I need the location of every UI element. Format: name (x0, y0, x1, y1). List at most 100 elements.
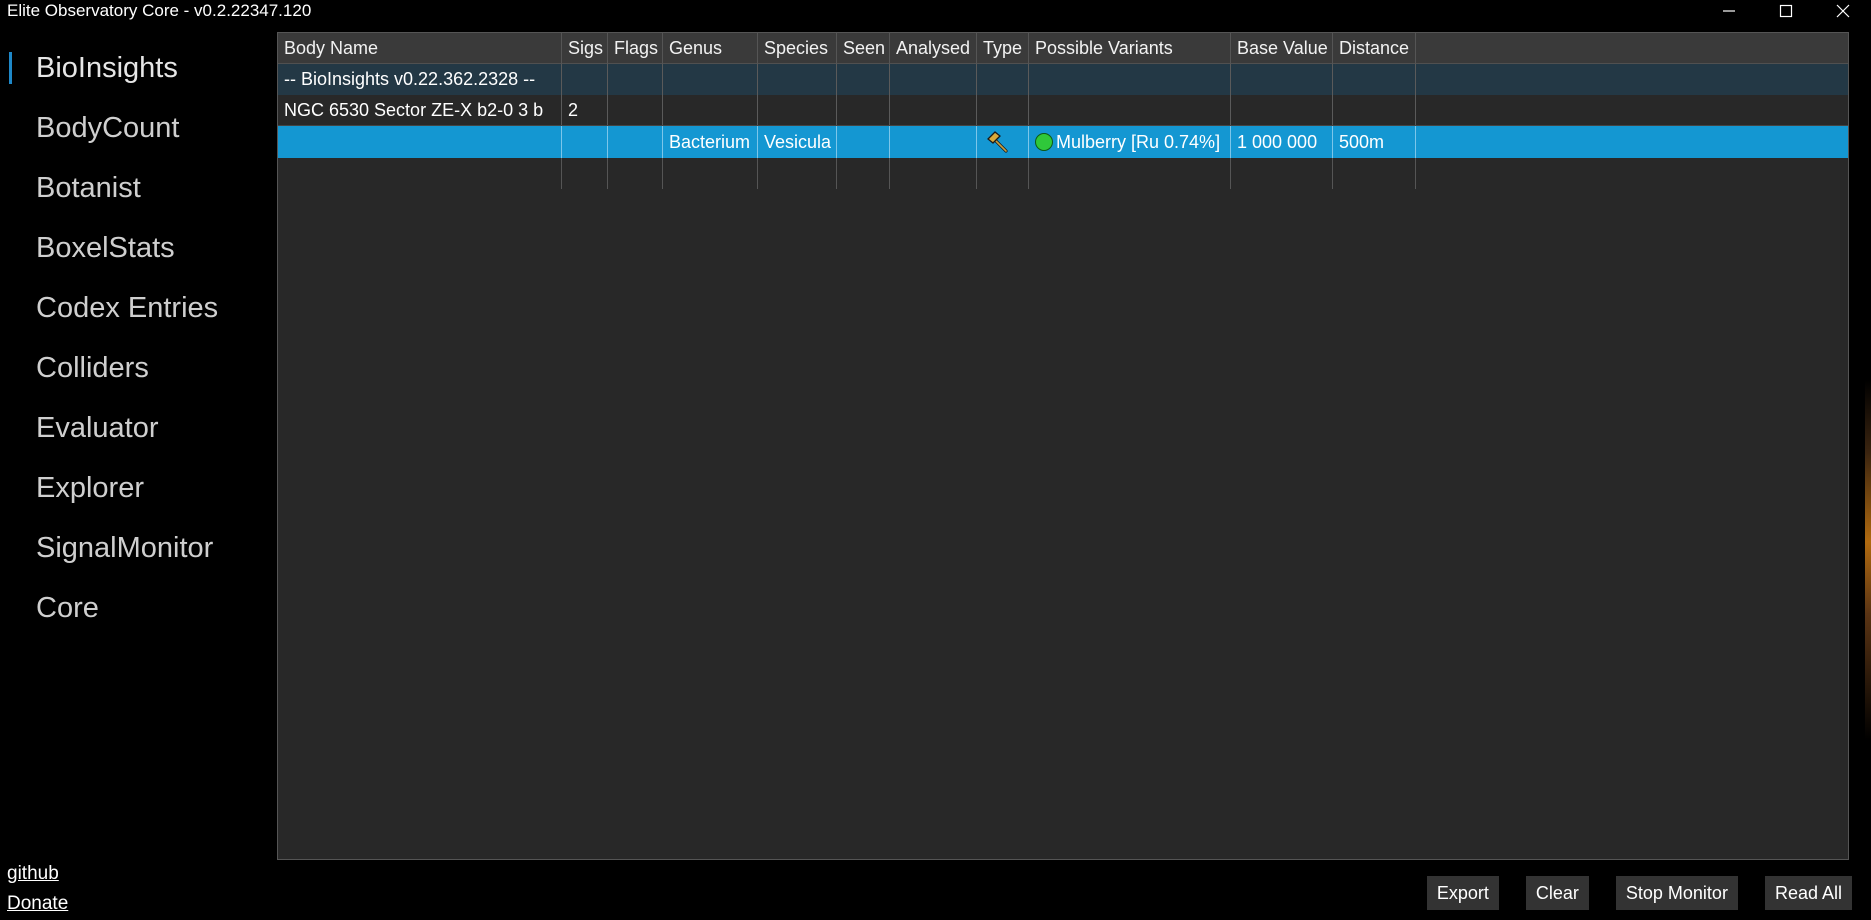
stop-monitor-button[interactable]: Stop Monitor (1615, 876, 1738, 910)
window-title: Elite Observatory Core - v0.2.22347.120 (7, 1, 312, 20)
cell-genus (663, 64, 758, 95)
sidebar-item-label: Codex Entries (36, 291, 219, 324)
maximize-button[interactable] (1757, 0, 1814, 22)
hammer-icon (987, 131, 1008, 153)
cell-variants (1029, 95, 1231, 125)
cell-sigs (562, 158, 608, 189)
cell-variants (1029, 158, 1231, 189)
cell-distance (1333, 95, 1416, 125)
cell-genus (663, 95, 758, 125)
sidebar-item-colliders[interactable]: Colliders (0, 338, 270, 398)
cell-body-name: -- BioInsights v0.22.362.2328 -- (278, 64, 562, 95)
sidebar-item-bioinsights[interactable]: BioInsights (0, 38, 270, 98)
cell-distance (1333, 158, 1416, 189)
cell-flags (608, 95, 663, 125)
plugin-sidebar: BioInsights BodyCount Botanist BoxelStat… (0, 38, 270, 638)
sidebar-item-explorer[interactable]: Explorer (0, 458, 270, 518)
sidebar-item-bodycount[interactable]: BodyCount (0, 98, 270, 158)
donate-link[interactable]: Donate (7, 890, 68, 920)
cell-flags (608, 126, 663, 158)
cell-body-name (278, 158, 562, 189)
footer-links: github Donate (7, 860, 68, 920)
cell-variants (1029, 64, 1231, 95)
clear-button[interactable]: Clear (1525, 876, 1589, 910)
cell-type (977, 95, 1029, 125)
column-header-distance[interactable]: Distance (1333, 33, 1416, 64)
minimize-icon (1722, 10, 1735, 12)
column-header-sigs[interactable]: Sigs (562, 33, 608, 64)
column-header-type[interactable]: Type (977, 33, 1029, 64)
cell-seen (837, 64, 890, 95)
table-row-selected[interactable]: Bacterium Vesicula Mulberry [Ru 0.74%] 1… (278, 126, 1848, 158)
column-header-genus[interactable]: Genus (663, 33, 758, 64)
cell-analysed (890, 158, 977, 189)
window-controls (1700, 0, 1871, 22)
cell-genus (663, 158, 758, 189)
column-header-flags[interactable]: Flags (608, 33, 663, 64)
sidebar-item-boxelstats[interactable]: BoxelStats (0, 218, 270, 278)
export-button[interactable]: Export (1426, 876, 1499, 910)
bioinsights-grid[interactable]: Body Name Sigs Flags Genus Species Seen … (277, 32, 1849, 860)
cell-distance: 500m (1333, 126, 1416, 158)
github-link[interactable]: github (7, 860, 68, 890)
column-header-seen[interactable]: Seen (837, 33, 890, 64)
cell-body-name: NGC 6530 Sector ZE-X b2-0 3 b (278, 95, 562, 125)
sidebar-item-label: BoxelStats (36, 231, 175, 264)
sidebar-item-botanist[interactable]: Botanist (0, 158, 270, 218)
minimize-button[interactable] (1700, 0, 1757, 22)
sidebar-item-label: Colliders (36, 351, 149, 384)
cell-sigs: 2 (562, 95, 608, 125)
grid-header: Body Name Sigs Flags Genus Species Seen … (278, 33, 1848, 64)
cell-species: Vesicula (758, 126, 837, 158)
cell-type (977, 64, 1029, 95)
column-header-analysed[interactable]: Analysed (890, 33, 977, 64)
cell-seen (837, 95, 890, 125)
table-row[interactable]: NGC 6530 Sector ZE-X b2-0 3 b 2 (278, 95, 1848, 126)
cell-type (977, 126, 1029, 158)
cell-analysed (890, 126, 977, 158)
cell-genus: Bacterium (663, 126, 758, 158)
cell-analysed (890, 95, 977, 125)
table-row[interactable]: -- BioInsights v0.22.362.2328 -- (278, 64, 1848, 95)
sidebar-item-codex-entries[interactable]: Codex Entries (0, 278, 270, 338)
column-header-body-name[interactable]: Body Name (278, 33, 562, 64)
sidebar-item-signalmonitor[interactable]: SignalMonitor (0, 518, 270, 578)
cell-type (977, 158, 1029, 189)
read-all-button[interactable]: Read All (1764, 876, 1852, 910)
cell-distance (1333, 64, 1416, 95)
cell-species (758, 158, 837, 189)
sidebar-item-label: Explorer (36, 471, 144, 504)
cell-base-value (1231, 64, 1333, 95)
background-window-edge (1865, 380, 1871, 740)
column-header-base-value[interactable]: Base Value (1231, 33, 1333, 64)
variant-label: Mulberry [Ru 0.74%] (1056, 131, 1221, 152)
cell-analysed (890, 64, 977, 95)
cell-species (758, 64, 837, 95)
cell-body-name (278, 126, 562, 158)
cell-flags (608, 158, 663, 189)
action-bar: Export Clear Stop Monitor Read All (1426, 876, 1852, 910)
sidebar-item-label: BodyCount (36, 111, 180, 144)
close-button[interactable] (1814, 0, 1871, 22)
close-icon (1836, 4, 1849, 18)
cell-base-value (1231, 158, 1333, 189)
sidebar-item-evaluator[interactable]: Evaluator (0, 398, 270, 458)
column-header-species[interactable]: Species (758, 33, 837, 64)
maximize-icon (1779, 4, 1792, 18)
title-bar: Elite Observatory Core - v0.2.22347.120 (0, 0, 1871, 22)
sidebar-item-label: Botanist (36, 171, 141, 204)
cell-variants: Mulberry [Ru 0.74%] (1029, 126, 1231, 158)
table-row[interactable] (278, 158, 1848, 189)
cell-flags (608, 64, 663, 95)
cell-base-value (1231, 95, 1333, 125)
cell-seen (837, 126, 890, 158)
sidebar-item-label: Core (36, 591, 99, 624)
sidebar-item-label: SignalMonitor (36, 531, 214, 564)
cell-sigs (562, 64, 608, 95)
cell-sigs (562, 126, 608, 158)
sidebar-item-label: Evaluator (36, 411, 159, 444)
cell-species (758, 95, 837, 125)
column-header-possible-variants[interactable]: Possible Variants (1029, 33, 1231, 64)
sidebar-item-core[interactable]: Core (0, 578, 270, 638)
cell-seen (837, 158, 890, 189)
